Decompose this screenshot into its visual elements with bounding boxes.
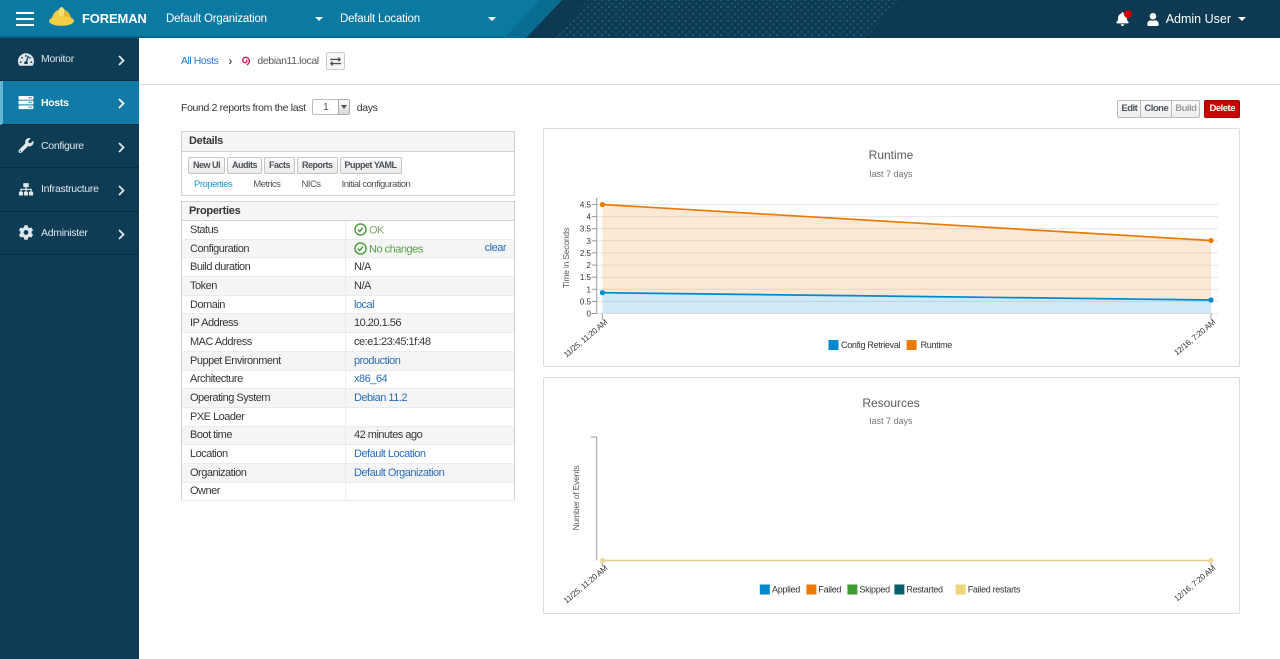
svg-text:Runtime: Runtime	[869, 148, 914, 162]
svg-text:12/16, 7:20 AM: 12/16, 7:20 AM	[1172, 563, 1217, 603]
svg-text:Config Retrieval: Config Retrieval	[841, 340, 901, 350]
svg-text:1: 1	[587, 285, 592, 294]
svg-text:11/25, 11:20 AM: 11/25, 11:20 AM	[562, 563, 610, 605]
svg-text:Resources: Resources	[862, 396, 919, 410]
svg-text:12/16, 7:20 AM: 12/16, 7:20 AM	[1172, 317, 1217, 357]
svg-text:Time in Seconds: Time in Seconds	[561, 228, 571, 288]
svg-text:Runtime: Runtime	[921, 340, 953, 350]
svg-text:Applied: Applied	[772, 585, 800, 595]
svg-text:2.5: 2.5	[580, 249, 592, 258]
svg-text:11/25, 11:20 AM: 11/25, 11:20 AM	[562, 317, 610, 359]
svg-text:0.5: 0.5	[580, 297, 592, 306]
svg-text:last 7 days: last 7 days	[869, 416, 913, 426]
svg-text:Number of Events: Number of Events	[571, 466, 581, 531]
svg-text:Skipped: Skipped	[859, 585, 890, 595]
svg-text:Failed restarts: Failed restarts	[968, 585, 1021, 595]
svg-text:3: 3	[587, 237, 592, 246]
svg-text:2: 2	[587, 261, 592, 270]
svg-text:1.5: 1.5	[580, 273, 592, 282]
svg-text:3.5: 3.5	[580, 225, 592, 234]
svg-text:last 7 days: last 7 days	[869, 169, 913, 179]
svg-text:Failed: Failed	[818, 585, 841, 595]
svg-text:4.5: 4.5	[580, 201, 592, 210]
svg-text:4: 4	[587, 213, 592, 222]
svg-text:0: 0	[587, 310, 592, 319]
svg-text:Restarted: Restarted	[906, 585, 943, 595]
